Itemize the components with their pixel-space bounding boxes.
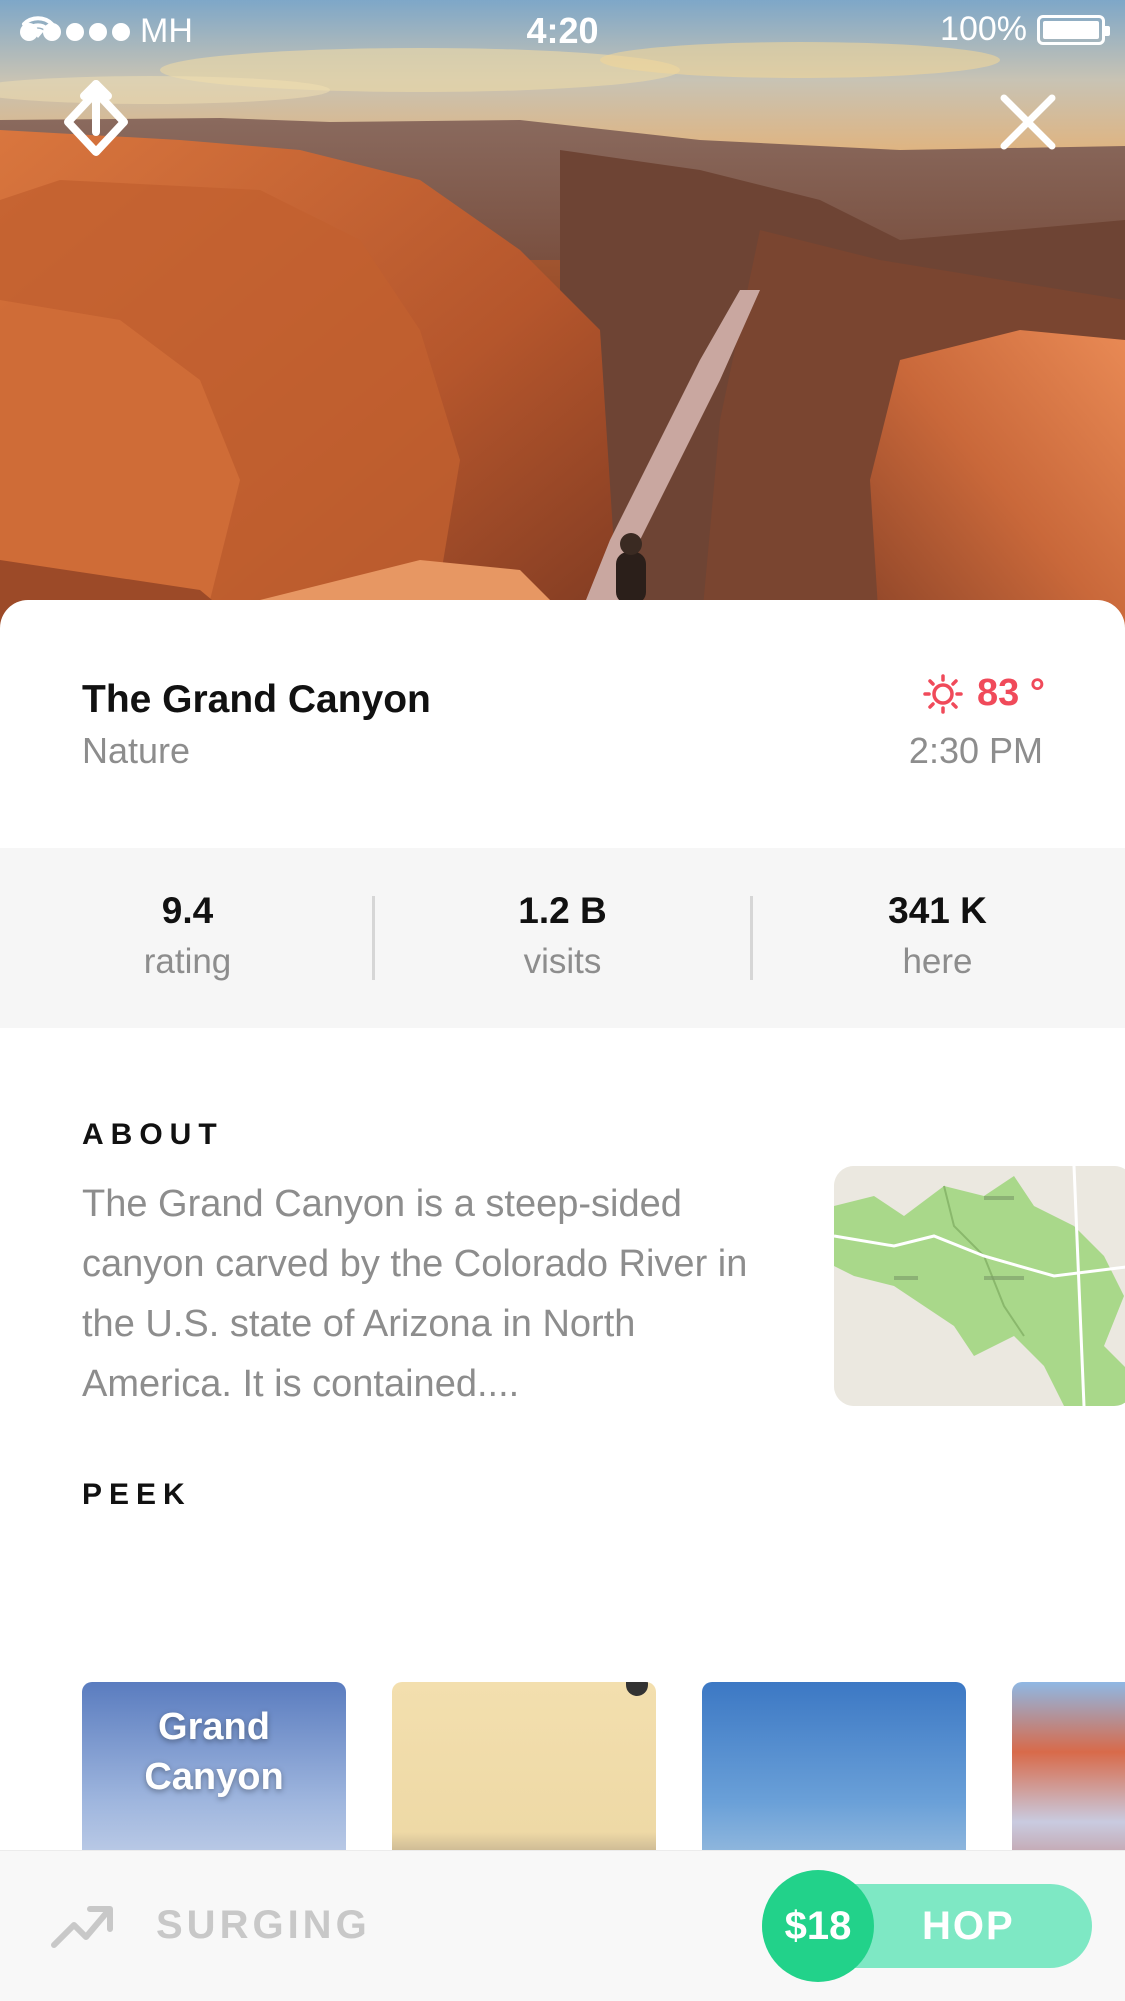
- about-heading: ABOUT: [82, 1118, 224, 1151]
- stats-bar: 9.4 rating 1.2 B visits 341 K here: [0, 848, 1125, 1028]
- close-button[interactable]: [996, 90, 1060, 154]
- place-title: The Grand Canyon: [82, 678, 431, 721]
- close-icon: [1000, 94, 1056, 150]
- status-right: 100%: [940, 10, 1110, 49]
- stat-label: here: [902, 942, 973, 981]
- status-bar: MH 4:20 100%: [0, 0, 1125, 60]
- stat-divider: [750, 896, 753, 980]
- stat-label: rating: [143, 942, 232, 981]
- park-map: [834, 1166, 1125, 1406]
- peek-card-1[interactable]: Grand Canyon: [82, 1682, 346, 1852]
- weather: 83 °: [923, 672, 1045, 715]
- hero-image: MH 4:20 100%: [0, 0, 1125, 640]
- peek-card-4[interactable]: [1012, 1682, 1125, 1852]
- temperature: 83 °: [976, 672, 1045, 714]
- stat-visits: 1.2 B visits: [375, 848, 750, 1028]
- peek-caption-line: Canyon: [144, 1756, 284, 1798]
- surging-label: SURGING: [156, 1903, 371, 1947]
- battery-icon: [1037, 14, 1110, 45]
- peek-gallery: Grand Canyon: [82, 1682, 1125, 1852]
- share-diamond-icon: [64, 80, 128, 156]
- bottom-bar: SURGING $18 HOP: [0, 1850, 1125, 2001]
- peek-card-caption: Grand Canyon: [82, 1702, 346, 1802]
- battery-percent: 100%: [940, 10, 1027, 48]
- hop-button[interactable]: $18 HOP: [762, 1870, 1092, 1982]
- peek-card-3[interactable]: [702, 1682, 966, 1852]
- stat-label: visits: [523, 942, 602, 981]
- detail-sheet: The Grand Canyon Nature 83 ° 2:30 PM 9.4…: [0, 600, 1125, 2001]
- stat-rating: 9.4 rating: [0, 848, 375, 1028]
- stat-value: 9.4: [161, 890, 214, 931]
- hop-label: HOP: [922, 1904, 1015, 1948]
- canyon-scene: [0, 0, 1125, 640]
- stat-here: 341 K here: [750, 848, 1125, 1028]
- stat-value: 1.2 B: [518, 890, 607, 931]
- peek-card-2[interactable]: [392, 1682, 656, 1852]
- badge-icon: [626, 1682, 648, 1696]
- peek-heading: PEEK: [82, 1478, 192, 1511]
- about-text: The Grand Canyon is a steep-sided canyon…: [82, 1183, 748, 1405]
- sun-icon: [923, 673, 963, 714]
- trending-up-icon: [51, 1906, 113, 1948]
- peek-caption-line: Grand: [158, 1706, 270, 1748]
- share-button[interactable]: [58, 80, 134, 160]
- price-badge: $18: [762, 1870, 874, 1982]
- stat-divider: [372, 896, 375, 980]
- local-time: 2:30 PM: [908, 730, 1043, 771]
- map-thumbnail[interactable]: [834, 1166, 1125, 1406]
- stat-value: 341 K: [888, 890, 987, 931]
- place-category: Nature: [82, 730, 191, 771]
